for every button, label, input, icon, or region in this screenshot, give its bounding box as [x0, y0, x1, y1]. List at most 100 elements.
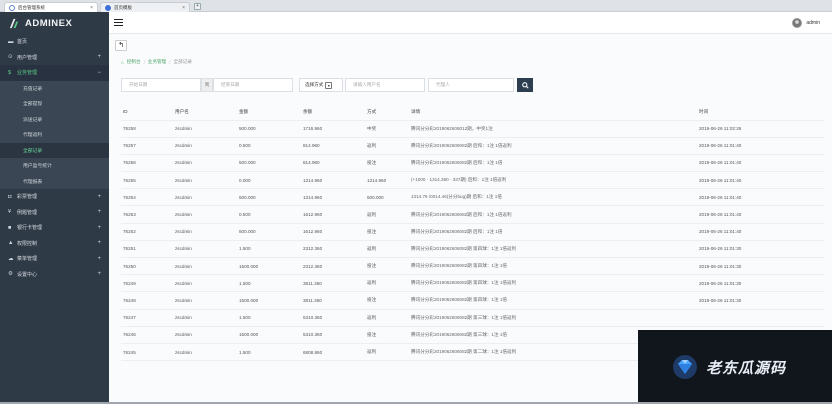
agent-input[interactable]: 代理人 — [428, 78, 514, 92]
brand-name: ADMINEX — [25, 17, 73, 29]
table-cell: 中奖 — [365, 120, 409, 138]
sidebar-item-home[interactable]: ▬ 首页 — [0, 34, 109, 50]
submenu-item-rebate[interactable]: 代理返利 — [0, 127, 109, 143]
close-icon[interactable]: × — [90, 5, 93, 11]
browser-tab-template[interactable]: 首页模板 × — [100, 2, 190, 12]
submenu-item-withdraw[interactable]: 全部提现 — [0, 96, 109, 112]
new-tab-button[interactable]: + — [194, 3, 201, 10]
sidebar-item-label: 例题管理 — [17, 209, 38, 216]
table-cell: 1.500 — [237, 343, 301, 362]
breadcrumb-business[interactable]: 业务管理 — [148, 59, 166, 65]
table-cell: 腾讯分分彩2019062606082期 后和：1注 1倍 — [409, 154, 697, 173]
records-table: ID 用户名 金额 余额 方式 详情 时间 76258 zscdmin 500.00… — [121, 104, 824, 362]
submenu-item-all-records[interactable]: 全部记录 — [0, 142, 109, 158]
table-cell: 76246 — [121, 326, 173, 344]
table-cell: 2019-06-26 11:01:30 — [697, 240, 824, 259]
table-cell: 76245 — [121, 343, 173, 362]
submenu-item-agent-report[interactable]: 代理报表 — [0, 174, 109, 190]
column-header[interactable]: 方式 — [365, 104, 409, 121]
sidebar-item-settings[interactable]: ⚙ 设置中心 + — [0, 267, 109, 283]
expand-icon: + — [97, 240, 101, 247]
table-cell: 投注 — [365, 326, 409, 344]
user-menu[interactable]: admin — [792, 18, 820, 28]
column-header[interactable]: ID — [121, 104, 173, 121]
table-row: 76255 zscdmin 0.000 1314.960 1314.960 (+1000 … — [121, 171, 824, 190]
table-cell: (+1000 · 1314.360 · 337期) 后和：1注 1倍返利 — [409, 171, 697, 190]
table-cell: 814.960 — [301, 154, 365, 173]
expand-icon: + — [97, 224, 101, 231]
table-cell: 1314.960 — [301, 171, 365, 190]
column-header[interactable]: 用户名 — [173, 104, 237, 121]
column-header[interactable]: 时间 — [697, 104, 824, 121]
breadcrumb-home[interactable]: 控制台 — [127, 59, 141, 65]
table-cell: 3811.360 — [301, 291, 365, 310]
table-row: 76248 zscdmin 1500.000 3811.360 投注 腾讯分分彩20190… — [121, 291, 824, 310]
start-date-input[interactable]: 开始日期 — [121, 78, 201, 92]
table-cell: zscdmin — [173, 309, 237, 327]
table-body: 76258 zscdmin 500.000 1716.960 中奖 腾讯分分彩201906… — [121, 120, 824, 362]
end-date-input[interactable]: 结束日期 — [213, 78, 293, 92]
column-header[interactable]: 详情 — [409, 104, 697, 121]
search-button[interactable] — [517, 78, 533, 92]
table-cell: zscdmin — [173, 120, 237, 138]
table-cell: 2019-06-26 11:01:30 — [697, 257, 824, 276]
table-cell: 返利 — [365, 343, 409, 362]
table-cell: zscdmin — [173, 274, 237, 293]
table-cell: 1314.960 — [301, 188, 365, 207]
sidebar-item-menus[interactable]: ☁ 菜单管理 + — [0, 251, 109, 267]
sidebar-item-permissions[interactable]: ▲ 权限控制 + — [0, 236, 109, 252]
table-cell: zscdmin — [173, 205, 237, 224]
table-cell: zscdmin — [173, 137, 237, 155]
table-cell: 1314.960 — [365, 171, 409, 190]
sidebar-item-label: 银行卡管理 — [17, 225, 43, 232]
table-cell: 1612.960 — [301, 223, 365, 241]
sidebar-item-business[interactable]: $ 业务管理 − — [0, 65, 109, 81]
sidebar-item-users[interactable]: ⊙ 用户管理 + — [0, 50, 109, 66]
table-cell: zscdmin — [173, 171, 237, 190]
username-input[interactable]: 请输入用户名 — [345, 78, 425, 92]
table-cell: 2312.360 — [301, 257, 365, 276]
table-row: 76253 zscdmin 0.500 1612.960 返利 腾讯分分彩20190626… — [121, 205, 824, 224]
breadcrumb-separator: / — [143, 59, 145, 65]
method-select[interactable]: 选择方式 ▾ — [299, 78, 343, 92]
sidebar-item-bank-cards[interactable]: ■ 银行卡管理 + — [0, 220, 109, 236]
method-select-value: 选择方式 — [305, 82, 324, 87]
sidebar-item-label: 首页 — [17, 39, 28, 46]
table-cell: 返利 — [365, 240, 409, 259]
sidebar-item-label: 彩票管理 — [17, 194, 38, 201]
close-icon[interactable]: × — [182, 5, 185, 11]
sidebar-item-lottery[interactable]: ◘ 彩票管理 + — [0, 189, 109, 205]
table-cell: 76248 — [121, 291, 173, 310]
table-cell: 1500.000 — [237, 257, 301, 276]
table-cell: 1716.960 — [301, 120, 365, 138]
table-cell: 2019-06-26 11:01:40 — [697, 205, 824, 224]
table-cell: 腾讯分分彩2019062606082期 第四球：1注 1倍 — [409, 291, 697, 310]
chevron-down-icon: ▾ — [325, 81, 333, 89]
browser-tab-admin[interactable]: 后台管理系统 × — [4, 2, 98, 12]
table-cell: 1314.76 /0014.46(分分bug)期 后和：1注 1倍 — [409, 188, 697, 207]
table-cell: 腾讯分分彩2019062606082期 第四球：1注 1倍返利 — [409, 274, 697, 293]
submenu-item-recharge[interactable]: 充值记录 — [0, 81, 109, 97]
table-header-row: ID 用户名 金额 余额 方式 详情 时间 — [121, 104, 824, 121]
menu-toggle-icon[interactable] — [114, 18, 123, 27]
expand-icon: + — [97, 255, 101, 262]
table-cell: zscdmin — [173, 188, 237, 207]
column-header[interactable]: 金额 — [237, 104, 301, 121]
column-header[interactable]: 余额 — [301, 104, 365, 121]
sidebar-item-label: 权限控制 — [17, 240, 38, 247]
submenu-item-profit-stats[interactable]: 用户盈亏统计 — [0, 158, 109, 174]
globe-icon — [105, 4, 111, 11]
expand-icon: + — [97, 54, 101, 61]
back-button[interactable]: ↰ — [115, 40, 127, 51]
table-cell: 2019-06-26 11:01:30 — [697, 291, 824, 310]
table-cell: zscdmin — [173, 291, 237, 310]
table-cell: 投注 — [365, 257, 409, 276]
sidebar-item-examples[interactable]: ¥ 例题管理 + — [0, 205, 109, 221]
table-cell: 500.000 — [237, 154, 301, 173]
table-cell: 腾讯分分彩2019062606082期 第三球：1注 1倍返利 — [409, 309, 697, 327]
brand[interactable]: ADMINEX — [0, 12, 109, 34]
top-bar: admin — [109, 12, 832, 34]
table-cell: 2019-06-26 11:01:30 — [697, 274, 824, 293]
submenu-item-dispatch[interactable]: 派送记录 — [0, 112, 109, 128]
table-cell: 投注 — [365, 154, 409, 173]
